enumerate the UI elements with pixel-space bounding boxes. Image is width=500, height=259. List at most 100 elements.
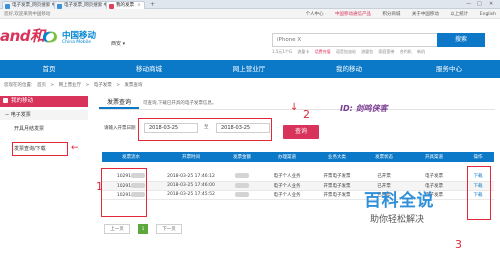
invoice-issue-channel: 电子发票 <box>406 172 462 182</box>
hotword[interactable]: 流量包 <box>361 49 373 54</box>
invoice-category: 开票电子发票 <box>312 190 362 200</box>
table-row: 10291 2018-03-25 17:46:12 电子个人业务 开票电子发票 … <box>102 172 494 182</box>
breadcrumb-sep: > <box>50 83 55 88</box>
author-watermark: ID: 剑鸣侠客 <box>340 104 388 113</box>
masked-text <box>235 173 249 179</box>
top-link-personal-center[interactable]: 个人中心 <box>306 12 324 17</box>
maximize-icon[interactable]: □ <box>477 0 482 8</box>
search-input[interactable] <box>273 34 437 46</box>
breadcrumb-sep: > <box>116 83 120 88</box>
breadcrumb-sep: > <box>85 83 90 88</box>
sidebar-section-einvoice[interactable]: − 电子发票 <box>0 110 88 120</box>
breadcrumb-einvoice[interactable]: 电子发票 <box>94 83 112 88</box>
tab-favicon-icon <box>5 3 10 9</box>
invoice-amount <box>222 190 262 200</box>
annotation-box-sidebar <box>12 142 68 156</box>
date-label: 请输入开票日期 <box>104 126 136 131</box>
sidebar-header-label: 我的移动 <box>11 98 34 104</box>
sidebar-item-monthly-invoice[interactable]: 开具月结发票 <box>0 124 88 134</box>
breadcrumb: 您现在的位置: 首页 > 网上营业厅 > 电子发票 > 发票查询 <box>4 82 145 91</box>
top-link-products[interactable]: 中国移动通信产品 <box>335 12 371 17</box>
invoice-time: 2018-03-25 17:46:12 <box>160 172 222 182</box>
top-link-english[interactable]: English <box>480 12 496 17</box>
hotword[interactable]: 合约机 <box>400 49 412 54</box>
minimize-icon[interactable]: — <box>466 0 471 8</box>
table-spacer-row <box>102 162 494 172</box>
tab-label: 我的发票 <box>116 3 134 8</box>
page-title: 发票查询 <box>99 96 139 109</box>
annotation-box-date <box>138 118 272 141</box>
main-nav: 首页 移动商城 网上营业厅 我的移动 服务中心 <box>0 60 500 78</box>
breadcrumb-home[interactable]: 首页 <box>37 83 46 88</box>
hotword[interactable]: 话费充值 <box>315 49 331 54</box>
nav-item-online-hall[interactable]: 网上营业厅 <box>204 60 294 78</box>
page-hint: 可查询,下载已开具的电子发票信息。 <box>143 101 217 106</box>
breadcrumb-current: 发票查询 <box>124 83 143 88</box>
tab-favicon-icon <box>57 3 62 9</box>
nav-item-my-mobile[interactable]: 我的移动 <box>304 60 394 78</box>
close-tab-icon[interactable]: × <box>137 3 141 8</box>
invoice-category: 开票电子发票 <box>312 172 362 182</box>
search-box <box>272 33 438 47</box>
column-header: 发票状态 <box>362 152 406 162</box>
nav-item-home[interactable]: 首页 <box>4 60 94 78</box>
close-window-icon[interactable]: ✕ <box>489 0 493 8</box>
column-header: 发票金额 <box>222 152 262 162</box>
china-mobile-en-name: China Mobile <box>62 40 92 45</box>
hotword[interactable]: 1.5元1个G <box>272 49 292 54</box>
table-row: 10291 2018-03-25 17:46:00 电子个人业务 开票电子发票 … <box>102 181 494 191</box>
prev-page-button[interactable]: 上一页 <box>104 224 130 234</box>
spacer-cell <box>102 162 494 172</box>
chevron-down-icon: ▾ <box>122 41 126 47</box>
masked-text <box>235 191 249 197</box>
page-button-current[interactable]: 1 <box>138 224 148 234</box>
and-logo[interactable]: and和 <box>0 27 45 45</box>
city-selector[interactable]: 西安 ▾ <box>111 40 125 47</box>
minus-icon: − <box>5 112 10 118</box>
annotation-box-serials <box>101 168 147 217</box>
hotword[interactable]: 新机 <box>417 49 425 54</box>
breadcrumb-prefix: 您现在的位置: <box>4 83 33 88</box>
annotation-step-2: 2 <box>303 108 310 121</box>
top-link-points-mall[interactable]: 积分商城 <box>382 12 400 17</box>
tab-favicon-icon <box>109 3 114 9</box>
hot-search-words: 1.5元1个G 流量卡 话费充值 语音加油站 流量包 家庭宽带 合约机 新机 <box>272 49 500 55</box>
top-link-about[interactable]: 关于中国移动 <box>412 12 439 17</box>
browser-tab-3[interactable]: 我的发票 × <box>106 1 145 9</box>
baike-slogan: 助你轻松解决 <box>370 215 425 225</box>
table-row: 10291 2018-03-25 17:45:52 电子个人业务 开票电子发票 … <box>102 190 494 200</box>
site-header: and和 中国移动 China Mobile 西安 ▾ 搜索 1.5元1个G 流… <box>0 19 500 59</box>
china-mobile-logo-icon <box>43 31 57 43</box>
hotword[interactable]: 语音加油站 <box>336 49 356 54</box>
baike-logo-text: 百科全说 <box>364 191 434 211</box>
sidebar-section-label: 电子发票 <box>10 112 31 118</box>
top-links: 个人中心 中国移动通信产品 积分商城 关于中国移动 以上统计 English <box>296 11 496 17</box>
query-button[interactable]: 查询 <box>283 125 319 139</box>
invoice-time: 2018-03-25 17:45:52 <box>160 190 222 200</box>
next-page-button[interactable]: 下一页 <box>156 224 182 234</box>
column-header: 办理渠道 <box>262 152 312 162</box>
hotword[interactable]: 流量卡 <box>297 49 309 54</box>
nav-item-mall[interactable]: 移动商城 <box>104 60 194 78</box>
invoice-channel: 电子个人业务 <box>262 190 312 200</box>
sidebar-header: 我的移动 <box>0 96 88 107</box>
annotation-arrow-down: ↓ <box>290 102 299 113</box>
new-tab-button[interactable]: + <box>150 1 155 8</box>
invoice-channel: 电子个人业务 <box>262 181 312 191</box>
annotation-step-3: 3 <box>455 238 462 251</box>
breadcrumb-online-hall[interactable]: 网上营业厅 <box>59 83 82 88</box>
hotword[interactable]: 家庭宽带 <box>378 49 394 54</box>
city-label: 西安 <box>111 41 122 47</box>
invoice-amount <box>222 172 262 182</box>
annotation-arrow-left: ← <box>71 143 79 153</box>
invoice-channel: 电子个人业务 <box>262 172 312 182</box>
column-header: 操作 <box>462 152 494 162</box>
nav-item-service[interactable]: 服务中心 <box>404 60 494 78</box>
search-button[interactable]: 搜索 <box>437 33 485 47</box>
invoice-status: 已开票 <box>362 172 406 182</box>
welcome-text: 您好,欢迎来到中国移动 <box>4 12 51 17</box>
masked-text <box>235 182 249 188</box>
top-link-stats[interactable]: 以上统计 <box>450 12 468 17</box>
invoice-amount <box>222 181 262 191</box>
invoice-time: 2018-03-25 17:46:00 <box>160 181 222 191</box>
